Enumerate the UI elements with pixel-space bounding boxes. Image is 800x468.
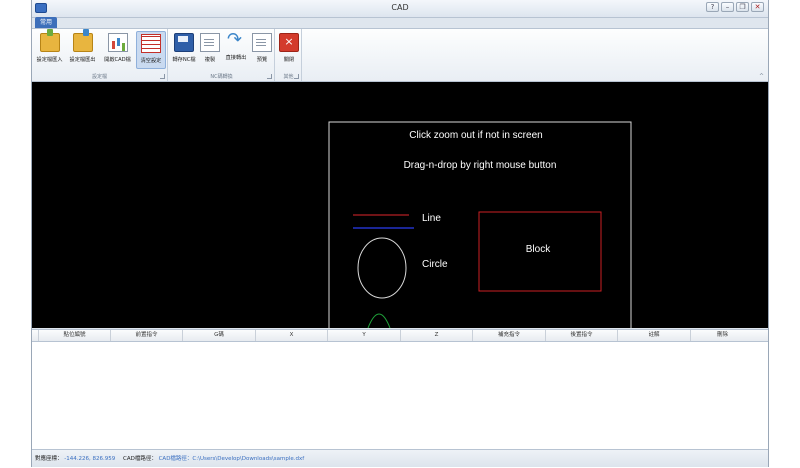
preview-button[interactable]: 預覽 xyxy=(251,31,273,69)
help-button[interactable]: ? xyxy=(706,2,719,12)
close-icon: × xyxy=(279,33,299,52)
green-arc xyxy=(367,313,391,328)
restore-button[interactable]: ❐ xyxy=(736,2,749,12)
dialog-launcher-icon[interactable] xyxy=(294,74,299,79)
legend-line-label: Line xyxy=(422,213,441,224)
ribbon: 設定檔匯入 設定檔匯出 開啟CAD檔 清空設定 設定檔 轉存NC檔 複製 ↷ 直… xyxy=(32,28,768,82)
title-bar[interactable]: CAD ? – ❐ ✕ xyxy=(32,0,768,18)
grid-header: 點位編號 前置指令 G碼 X Y Z 補充指令 後置指令 註解 刪除 xyxy=(32,329,768,342)
row-selector-header xyxy=(32,330,39,341)
column-header[interactable]: G碼 xyxy=(183,330,256,341)
column-header[interactable]: 註解 xyxy=(618,330,691,341)
close-window-button[interactable]: ✕ xyxy=(751,2,764,12)
save-nc-button[interactable]: 轉存NC檔 xyxy=(171,31,197,69)
ribbon-tab-row: 常用 xyxy=(32,17,768,28)
column-header[interactable]: 後置指令 xyxy=(546,330,618,341)
coord-value: -144.226, 826.959 xyxy=(64,456,116,462)
ribbon-group-other: × 關閉 其他 xyxy=(276,29,302,81)
legend-circle-label: Circle xyxy=(422,259,448,270)
ribbon-collapse-icon[interactable]: ^ xyxy=(759,73,764,80)
circle-shape xyxy=(357,237,407,299)
path-label: CAD檔路徑： xyxy=(123,456,157,462)
hint-drag: Drag-n-drop by right mouse button xyxy=(404,160,557,171)
folder-export-icon xyxy=(72,29,93,52)
folder-import-icon xyxy=(39,29,60,52)
path-value: CAD檔路徑：C:\Users\Develop\Downloads\sample… xyxy=(158,456,305,462)
copy-icon xyxy=(200,33,220,52)
minimize-button[interactable]: – xyxy=(721,2,734,12)
app-window: CAD ? – ❐ ✕ 常用 設定檔匯入 設定檔匯出 開啟CAD檔 清空設定 設… xyxy=(31,0,769,467)
export-settings-button[interactable]: 設定檔匯出 xyxy=(67,29,98,69)
direct-export-icon xyxy=(227,29,245,50)
ribbon-group-settings: 設定檔匯入 設定檔匯出 開啟CAD檔 清空設定 設定檔 xyxy=(32,29,168,81)
group-label-nc: NC碼轉換 xyxy=(210,74,233,80)
save-nc-icon xyxy=(174,33,194,52)
column-header[interactable]: 刪除 xyxy=(691,330,754,341)
ribbon-group-nc: 轉存NC檔 複製 直接轉出 預覽 NC碼轉換 xyxy=(169,29,275,81)
dialog-launcher-icon[interactable] xyxy=(160,74,165,79)
tab-home[interactable]: 常用 xyxy=(35,17,57,28)
cad-canvas[interactable]: Click zoom out if not in screen Drag-n-d… xyxy=(32,82,768,328)
preview-icon xyxy=(252,33,272,52)
drawing-frame xyxy=(328,121,632,328)
column-header[interactable]: Y xyxy=(328,330,401,341)
window-title: CAD xyxy=(391,3,409,12)
clear-settings-button[interactable]: 清空設定 xyxy=(136,31,166,69)
column-header[interactable]: 點位編號 xyxy=(39,330,111,341)
copy-button[interactable]: 複製 xyxy=(199,31,221,69)
close-button[interactable]: × 關閉 xyxy=(278,31,300,69)
window-controls: ? – ❐ ✕ xyxy=(706,2,764,12)
open-cad-icon xyxy=(107,33,128,52)
clear-settings-icon xyxy=(141,34,161,53)
dialog-launcher-icon[interactable] xyxy=(267,74,272,79)
cad-drawing: Click zoom out if not in screen Drag-n-d… xyxy=(328,121,632,328)
column-header[interactable]: Z xyxy=(401,330,473,341)
block-label: Block xyxy=(526,244,551,255)
column-header[interactable]: 補充指令 xyxy=(473,330,546,341)
import-settings-button[interactable]: 設定檔匯入 xyxy=(34,29,65,69)
column-header[interactable]: 前置指令 xyxy=(111,330,183,341)
grid-body[interactable] xyxy=(32,342,768,449)
coord-label: 對應座標： xyxy=(35,456,63,462)
open-cad-button[interactable]: 開啟CAD檔 xyxy=(101,31,134,69)
direct-export-button[interactable]: 直接轉出 xyxy=(223,29,249,69)
group-label-settings: 設定檔 xyxy=(91,74,107,80)
status-bar: 對應座標： -144.226, 826.959 CAD檔路徑： CAD檔路徑：C… xyxy=(32,449,768,467)
hint-zoom: Click zoom out if not in screen xyxy=(409,130,542,141)
column-header[interactable]: X xyxy=(256,330,328,341)
